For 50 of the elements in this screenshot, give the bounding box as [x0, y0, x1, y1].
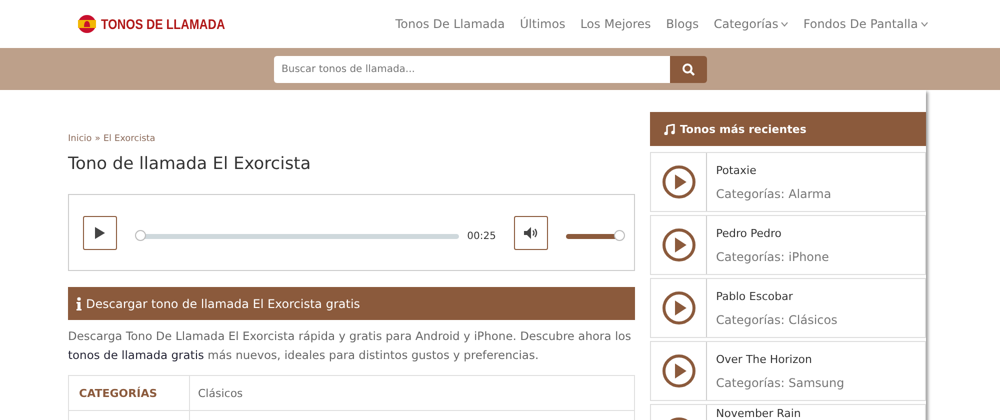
nav-link[interactable]: Blogs: [666, 17, 699, 31]
flag-bell-icon: [78, 15, 96, 33]
volume-button[interactable]: [514, 216, 548, 250]
play-circle-icon[interactable]: [662, 354, 696, 388]
search-field[interactable]: Buscar tonos de llamada...: [274, 56, 670, 82]
description-paragraph: Descarga Tono De Llamada El Exorcista rápida y gratis para Android y iPhone. Descubre ahora los tonos de llamada gratis más nuevos, ideales para distintos gustos y preferencias.: [68, 328, 632, 364]
ringtone-name[interactable]: November Rain: [716, 407, 801, 420]
caret-icon: [921, 22, 928, 26]
description-link[interactable]: tonos de llamada gratis: [68, 348, 204, 362]
play-icon: [94, 226, 106, 240]
play-circle-icon[interactable]: [662, 291, 696, 325]
nav-link[interactable]: Fondos De Pantalla: [803, 17, 928, 31]
page-title: Tono de llamada El Exorcista: [68, 154, 312, 174]
time-label: 00:25: [467, 231, 496, 242]
breadcrumb-link[interactable]: El Exorcista: [103, 134, 156, 144]
play-circle-icon[interactable]: [662, 165, 696, 199]
caret-icon: [781, 22, 788, 26]
music-note-icon: [664, 124, 675, 134]
ringtone-item[interactable]: Potaxie Categorías: Alarma: [650, 152, 926, 212]
search-icon: [682, 62, 694, 76]
info-icon: [76, 296, 82, 310]
breadcrumb-separator: »: [94, 134, 100, 144]
play-button[interactable]: [83, 216, 117, 250]
ringtone-item[interactable]: November Rain: [650, 404, 926, 420]
ringtone-category: Categorías: Alarma: [716, 186, 832, 200]
ringtone-name[interactable]: Pedro Pedro: [716, 226, 830, 240]
play-circle-icon[interactable]: [662, 228, 696, 262]
ringtone-item[interactable]: Pedro Pedro Categorías: iPhone: [650, 215, 926, 275]
table-header-cell: CATEGORÍAS: [68, 376, 190, 410]
ringtone-name[interactable]: Pablo Escobar: [716, 290, 838, 302]
nav-link[interactable]: Tonos De Llamada: [395, 17, 505, 31]
breadcrumb-link[interactable]: Inicio: [68, 134, 92, 144]
nav-link[interactable]: Últimos: [520, 17, 566, 31]
ringtone-category: Categorías: Clásicos: [716, 312, 838, 326]
ringtone-item[interactable]: Over The Horizon Categorías: Samsung: [650, 341, 926, 401]
volume-thumb[interactable]: [614, 230, 625, 241]
ringtone-category: Categorías: iPhone: [716, 250, 830, 264]
progress-thumb[interactable]: [135, 230, 146, 241]
sidebar-title: Tonos más recientes: [680, 122, 806, 136]
nav-link[interactable]: Los Mejores: [580, 17, 651, 31]
speaker-icon: [523, 226, 539, 240]
nav-link[interactable]: Categorías: [714, 17, 788, 31]
ringtone-item[interactable]: Pablo Escobar Categorías: Clásicos: [650, 278, 926, 338]
search-button[interactable]: [670, 56, 706, 82]
site-logo[interactable]: TONOS DE LLAMADA: [78, 15, 247, 33]
table-cell: Clásicos: [190, 376, 634, 410]
ringtone-category: Categorías: Samsung: [716, 376, 844, 390]
ringtone-name[interactable]: Potaxie: [716, 164, 832, 176]
ringtone-name[interactable]: Over The Horizon: [716, 352, 844, 366]
info-bar-text: Descargar tono de llamada El Exorcista gratis: [86, 296, 360, 310]
